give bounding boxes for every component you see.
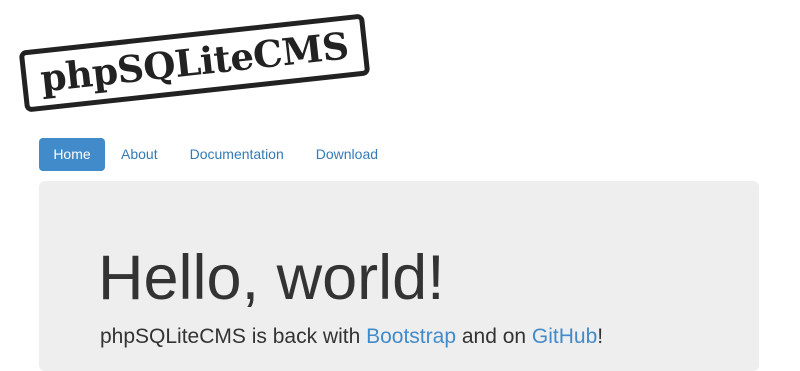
site-logo[interactable]: phpSQLiteCMS [18,13,371,113]
nav-item-documentation[interactable]: Documentation [175,138,299,171]
nav-item-documentation-wrapper: Documentation [175,138,301,171]
lead-text-prefix: phpSQLiteCMS is back with [100,325,367,348]
nav-item-about-wrapper: About [106,138,175,171]
lead-text-middle: and on [456,325,532,348]
bootstrap-link[interactable]: Bootstrap [366,325,456,348]
nav-item-download-wrapper: Download [301,138,395,171]
jumbotron-lead: phpSQLiteCMS is back with Bootstrap and … [100,324,603,349]
site-logo-text: phpSQLiteCMS [38,22,351,101]
jumbotron-heading: Hello, world! [98,243,445,313]
nav-item-about[interactable]: About [106,138,173,171]
nav-item-download[interactable]: Download [301,138,393,171]
jumbotron: Hello, world! phpSQLiteCMS is back with … [39,181,759,371]
nav-item-home-wrapper: Home [39,138,106,171]
nav-item-home[interactable]: Home [39,138,105,171]
lead-text-suffix: ! [597,325,604,348]
github-link[interactable]: GitHub [532,325,597,348]
nav-pills: Home About Documentation Download [39,138,395,171]
